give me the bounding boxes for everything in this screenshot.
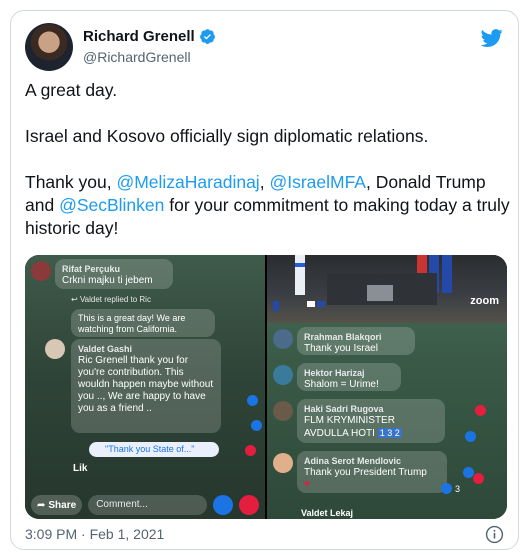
number-emoji-badges: 1 3 2 bbox=[377, 428, 402, 438]
comment-author: Valdet Gashi bbox=[78, 344, 133, 354]
thanks-prefix: Thank you, bbox=[25, 172, 117, 192]
mention-israel-mfa[interactable]: @IsraelMFA bbox=[269, 172, 366, 192]
share-button[interactable]: ➦ Share bbox=[31, 495, 83, 515]
love-button-icon[interactable] bbox=[239, 495, 259, 515]
tweet-thanks-paragraph: Thank you, @MelizaHaradinaj, @IsraelMFA,… bbox=[25, 171, 510, 240]
tweet-timestamp[interactable]: 3:09 PM · Feb 1, 2021 bbox=[25, 526, 164, 542]
mention-sec-blinken[interactable]: @SecBlinken bbox=[59, 195, 164, 215]
share-label: Share bbox=[48, 499, 77, 511]
comment-text: Thank you Israel bbox=[304, 343, 378, 354]
love-reaction-icon bbox=[475, 405, 486, 416]
media-image-left[interactable]: Rifat Perçuku Crkni majku ti jebem ↩ Val… bbox=[25, 255, 265, 519]
facebook-live-bar: ➦ Share Comment... bbox=[25, 491, 265, 519]
commenter-avatar bbox=[273, 453, 293, 473]
tweet-header: Richard Grenell @RichardGrenell bbox=[25, 23, 504, 71]
tweet-line-1: A great day. bbox=[25, 80, 118, 100]
comment-text-line-2: AVDULLA HOTI 1 3 2 bbox=[304, 427, 438, 440]
comment-text: Shalom = Urime! bbox=[304, 379, 379, 390]
comment-bubble: Rifat Perçuku Crkni majku ti jebem bbox=[55, 259, 173, 289]
mention-meliza-haradinaj[interactable]: @MelizaHaradinaj bbox=[116, 172, 259, 192]
author-display-name[interactable]: Richard Grenell bbox=[83, 28, 195, 45]
comment-text: Crkni majku ti jebem bbox=[62, 275, 153, 286]
tweet-line-2: Israel and Kosovo officially sign diplom… bbox=[25, 126, 429, 146]
heart-emoji-icon: ♥ bbox=[304, 479, 310, 490]
name-row: Richard Grenell bbox=[83, 28, 216, 45]
suggestion-chip[interactable]: "Thank you State of..." bbox=[89, 442, 219, 457]
separator: , bbox=[259, 172, 270, 192]
reaction-count: 3 bbox=[455, 484, 461, 494]
reply-note-text: Valdet replied to Ric bbox=[79, 295, 151, 304]
media-image-right[interactable]: zoom Rrahman Blakqori Thank you Israel H… bbox=[267, 255, 507, 519]
tweet-footer: 3:09 PM · Feb 1, 2021 bbox=[25, 525, 504, 544]
verified-badge-icon bbox=[199, 29, 215, 44]
comment-author: Rrahman Blakqori bbox=[304, 332, 382, 342]
like-reaction-icon bbox=[247, 395, 258, 406]
ceremony-stage: zoom bbox=[267, 255, 507, 323]
commenter-avatar bbox=[273, 365, 293, 385]
comment-bubble: Valdet Gashi Ric Grenell thank you for y… bbox=[71, 339, 221, 433]
author-handle[interactable]: @RichardGrenell bbox=[83, 49, 191, 65]
tweet-card: Richard Grenell @RichardGrenell A great … bbox=[10, 10, 519, 550]
tweet-text: A great day. Israel and Kosovo officiall… bbox=[25, 79, 510, 263]
comment-author: Haki Sadri Rugova bbox=[304, 404, 384, 414]
like-button-icon[interactable] bbox=[213, 495, 233, 515]
comment-text-name: AVDULLA HOTI bbox=[304, 428, 375, 439]
partial-comment-author: Lik bbox=[73, 463, 88, 474]
love-reaction-icon bbox=[245, 445, 256, 456]
comment-bubble: Haki Sadri Rugova FLM KRYMINISTER AVDULL… bbox=[297, 399, 445, 443]
commenter-avatar bbox=[31, 261, 51, 281]
commenter-avatar bbox=[273, 329, 293, 349]
author-avatar[interactable] bbox=[25, 23, 73, 71]
comment-text-line-1: FLM KRYMINISTER bbox=[304, 415, 395, 426]
like-reaction-icon bbox=[465, 431, 476, 442]
comment-author: Adina Serot Mendlovic bbox=[304, 456, 402, 466]
comment-bubble: Rrahman Blakqori Thank you Israel bbox=[297, 327, 415, 355]
twitter-bird-icon[interactable] bbox=[480, 27, 504, 49]
reply-note: ↩ Valdet replied to Ric bbox=[71, 295, 151, 304]
reply-bubble: This is a great day! We are watching fro… bbox=[71, 309, 215, 337]
comment-text: Ric Grenell thank you for you're contrib… bbox=[78, 355, 214, 414]
comment-input[interactable]: Comment... bbox=[88, 495, 207, 515]
partial-comment-author: Valdet Lekaj bbox=[301, 508, 354, 518]
comment-bubble: Adina Serot Mendlovic Thank you Presiden… bbox=[297, 451, 447, 493]
commenter-avatar bbox=[273, 401, 293, 421]
like-reaction-icon bbox=[441, 483, 452, 494]
media-attachment[interactable]: Rifat Perçuku Crkni majku ti jebem ↩ Val… bbox=[25, 255, 507, 519]
comment-author: Hektor Harizaj bbox=[304, 368, 365, 378]
info-icon[interactable] bbox=[485, 525, 504, 544]
love-reaction-icon bbox=[473, 473, 484, 484]
comment-author: Rifat Perçuku bbox=[62, 264, 121, 274]
commenter-avatar bbox=[45, 339, 65, 359]
comment-bubble: Hektor Harizaj Shalom = Urime! bbox=[297, 363, 401, 391]
comment-text: Thank you President Trump bbox=[304, 467, 427, 478]
like-reaction-icon bbox=[251, 420, 262, 431]
share-arrow-icon: ➦ bbox=[37, 499, 46, 511]
flags-scene bbox=[273, 255, 452, 311]
zoom-logo: zoom bbox=[470, 295, 499, 307]
